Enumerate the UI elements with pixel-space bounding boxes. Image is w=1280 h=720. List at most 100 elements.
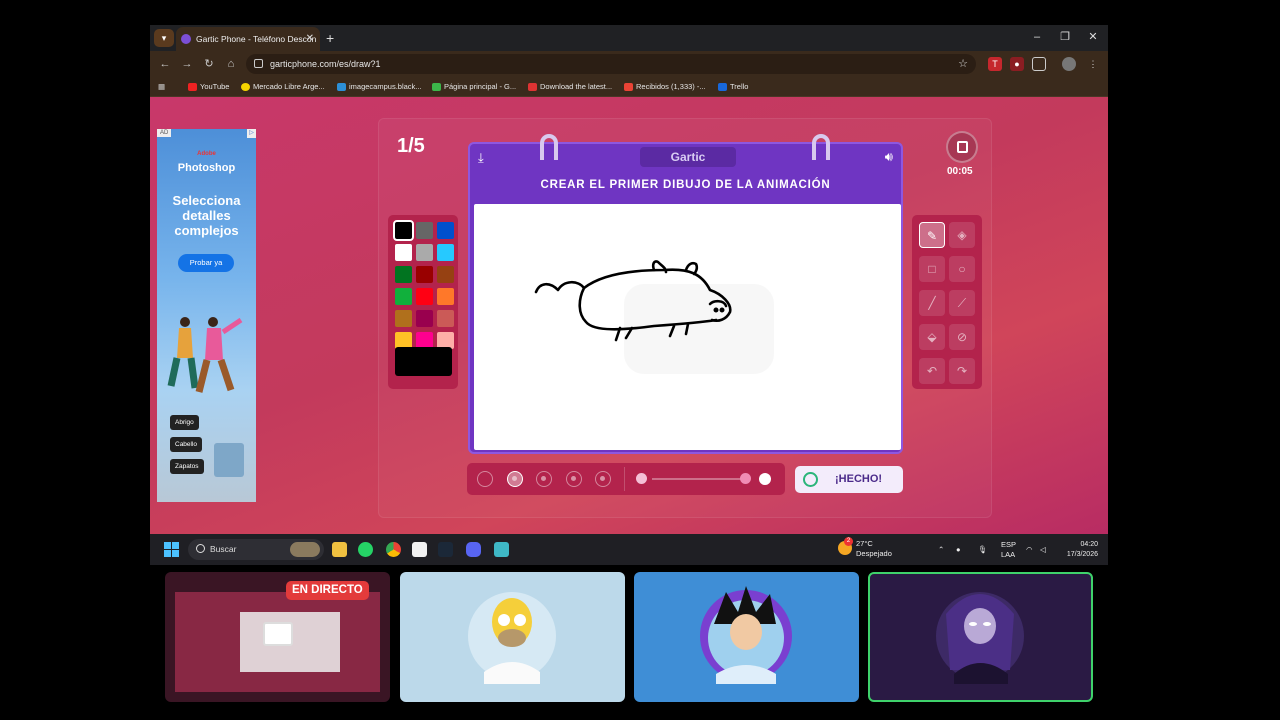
lock-icon — [946, 131, 978, 163]
opacity-min-icon — [636, 473, 647, 484]
participant-tile-goku[interactable] — [634, 572, 859, 702]
close-window-icon[interactable]: ✕ — [1078, 25, 1108, 49]
participant-tile-raven[interactable] — [868, 572, 1093, 702]
color-swatch[interactable] — [437, 222, 454, 239]
color-swatch[interactable] — [395, 310, 412, 327]
color-swatch[interactable] — [416, 310, 433, 327]
color-swatch[interactable] — [437, 266, 454, 283]
steam-icon[interactable] — [438, 542, 453, 557]
line-icon[interactable]: ╱ — [919, 290, 945, 316]
browser-menu-icon[interactable]: ⋮ — [1086, 57, 1100, 71]
tab-close-icon[interactable]: ✕ — [306, 27, 314, 51]
tray-app-icon[interactable]: ● — [956, 534, 961, 565]
bookmark-pagina-principal[interactable]: Página principal - G... — [432, 77, 516, 97]
ellipse-icon[interactable]: ○ — [949, 256, 975, 282]
forward-icon[interactable]: → — [176, 51, 198, 77]
pencil-icon[interactable]: ✎ — [919, 222, 945, 248]
extensions-puzzle-icon[interactable] — [1032, 57, 1046, 71]
extension-icon[interactable]: ● — [1010, 57, 1024, 71]
bookmark-youtube[interactable]: YouTube — [188, 77, 229, 97]
weather-widget[interactable]: 2 27°C Despejado — [838, 537, 892, 559]
bookmarks-bar: ▦ YouTube Mercado Libre Arge... imagecam… — [150, 77, 1108, 97]
whatsapp-icon[interactable] — [358, 542, 373, 557]
ad-cta-button[interactable]: Probar ya — [178, 254, 234, 272]
restore-icon[interactable]: ❐ — [1050, 25, 1080, 49]
undo-icon[interactable]: ↶ — [919, 358, 945, 384]
color-swatch[interactable] — [437, 244, 454, 261]
browser-toolbar: ← → ↻ ⌂ garticphone.com/es/draw?1 ☆ — [150, 51, 1108, 77]
brush-size-4[interactable] — [566, 471, 582, 487]
apps-grid-icon[interactable]: ▦ — [158, 77, 165, 97]
sound-icon[interactable]: 🔊︎ — [885, 149, 893, 165]
opacity-slider-handle[interactable] — [740, 473, 751, 484]
drawing-canvas[interactable] — [474, 204, 901, 450]
divider — [624, 467, 625, 491]
extension-icon[interactable]: T — [988, 57, 1002, 71]
app-icon[interactable] — [494, 542, 509, 557]
color-swatch[interactable] — [416, 244, 433, 261]
done-button[interactable]: ¡HECHO! — [795, 466, 903, 493]
bookmark-recibidos[interactable]: Recibidos (1,333) -... — [624, 77, 706, 97]
color-swatch[interactable] — [416, 222, 433, 239]
download-icon[interactable]: ⤓ — [478, 150, 484, 166]
clear-icon[interactable]: ⊘ — [949, 324, 975, 350]
color-swatch[interactable] — [437, 288, 454, 305]
color-swatch[interactable] — [395, 288, 412, 305]
brush-size-1[interactable] — [477, 471, 493, 487]
color-swatch[interactable] — [395, 244, 412, 261]
browser-tab[interactable]: Gartic Phone - Teléfono Descon ✕ — [176, 27, 320, 51]
drive-icon — [432, 83, 441, 91]
volume-icon[interactable]: ◁ — [1040, 534, 1046, 565]
tab-search-icon[interactable]: ▾ — [154, 29, 174, 47]
bookmark-label: Trello — [730, 82, 749, 91]
wifi-icon[interactable]: ◠ — [1026, 534, 1033, 565]
tools-panel: ✎ ◈ □ ○ ╱ ⟋ ⬙ ⊘ ↶ ↷ — [912, 215, 982, 389]
ad-chip-zapatos[interactable]: Zapatos — [170, 459, 204, 474]
discord-icon[interactable] — [466, 542, 481, 557]
participant-tile-homer[interactable] — [400, 572, 625, 702]
color-swatch[interactable] — [395, 266, 412, 283]
color-swatch[interactable] — [416, 288, 433, 305]
fill-icon[interactable]: ⬙ — [919, 324, 945, 350]
app-icon[interactable] — [412, 542, 427, 557]
file-explorer-icon[interactable] — [332, 542, 347, 557]
bookmark-trello[interactable]: Trello — [718, 77, 748, 97]
minimize-icon[interactable]: – — [1022, 25, 1052, 49]
brush-size-5[interactable] — [595, 471, 611, 487]
eyedropper-icon[interactable]: ⟋ — [949, 290, 975, 316]
brush-size-2[interactable] — [507, 471, 523, 487]
color-swatch[interactable] — [437, 310, 454, 327]
taskbar-clock[interactable]: 04:20 17/3/2026 — [1054, 540, 1098, 560]
opacity-slider[interactable] — [652, 478, 742, 480]
bookmark-imagecampus[interactable]: imagecampus.black... — [337, 77, 422, 97]
microphone-icon[interactable]: 🎙︎ — [978, 534, 988, 565]
ad-chip-abrigo[interactable]: Abrigo — [170, 415, 199, 430]
ad-chip-cabello[interactable]: Cabello — [170, 437, 203, 452]
rectangle-icon[interactable]: □ — [919, 256, 945, 282]
color-swatch[interactable] — [416, 266, 433, 283]
reload-icon[interactable]: ↻ — [198, 51, 220, 77]
gartic-favicon-icon — [181, 34, 191, 44]
chrome-icon[interactable] — [386, 542, 401, 557]
site-info-icon[interactable] — [254, 59, 263, 68]
bookmark-star-icon[interactable]: ☆ — [958, 54, 968, 74]
new-tab-icon[interactable]: + — [326, 28, 334, 48]
home-icon[interactable]: ⌂ — [220, 51, 242, 77]
brush-size-3[interactable] — [536, 471, 552, 487]
timer: 00:05 — [947, 166, 973, 177]
selected-color-preview[interactable] — [395, 347, 452, 376]
back-icon[interactable]: ← — [154, 51, 176, 77]
browser-tab-strip: ▾ Gartic Phone - Teléfono Descon ✕ + – ❐… — [150, 25, 1108, 51]
color-swatch[interactable] — [393, 220, 414, 241]
tray-chevron-icon[interactable]: ⌃ — [938, 534, 944, 565]
address-bar[interactable]: garticphone.com/es/draw?1 ☆ — [246, 54, 976, 74]
ad-choices-icon[interactable]: ▷ — [247, 129, 256, 138]
bookmark-mercado-libre[interactable]: Mercado Libre Arge... — [241, 77, 325, 97]
redo-icon[interactable]: ↷ — [949, 358, 975, 384]
eraser-icon[interactable]: ◈ — [949, 222, 975, 248]
profile-avatar-icon[interactable] — [1062, 57, 1076, 71]
advertisement-banner[interactable]: AD ▷ Adobe Photoshop Selecciona detalles… — [157, 129, 256, 502]
start-icon[interactable] — [164, 542, 179, 557]
language-indicator[interactable]: ESP LAA — [1001, 540, 1016, 560]
bookmark-download[interactable]: Download the latest... — [528, 77, 612, 97]
